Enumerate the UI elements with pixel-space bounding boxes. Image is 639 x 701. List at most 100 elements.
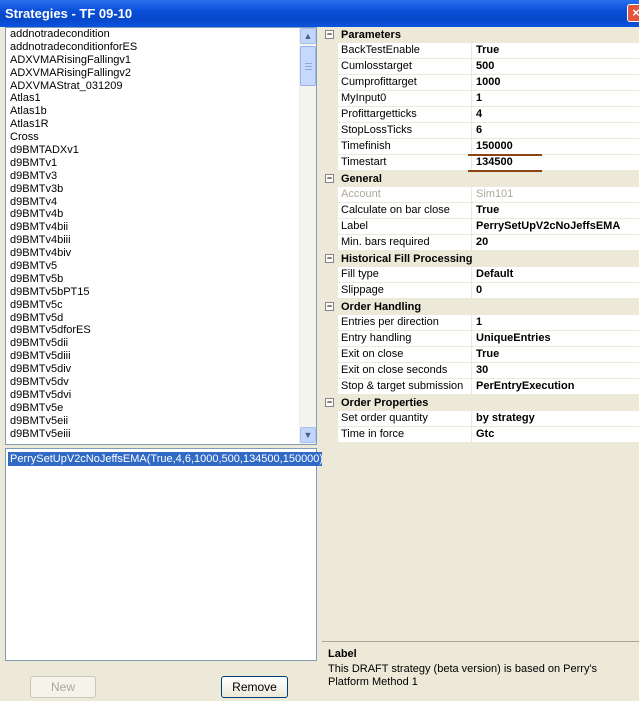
list-item[interactable]: Atlas1b	[10, 105, 300, 118]
property-value[interactable]: 6	[472, 123, 639, 139]
category-order-properties[interactable]: − Order Properties	[322, 395, 639, 411]
property-row[interactable]: Cumprofittarget 1000	[322, 75, 639, 91]
configured-strategies-box[interactable]: PerrySetUpV2cNoJeffsEMA(True,4,6,1000,50…	[5, 448, 326, 661]
list-item[interactable]: addnotradeconditionforES	[10, 41, 300, 54]
list-item[interactable]: d9BMTv5div	[10, 363, 300, 376]
property-value[interactable]: 1000	[472, 75, 639, 91]
property-row[interactable]: Timestart 134500	[322, 155, 639, 171]
list-item[interactable]: d9BMTv5	[10, 260, 300, 273]
property-value[interactable]: PerrySetUpV2cNoJeffsEMA	[472, 219, 639, 235]
list-item[interactable]: addnotradecondition	[10, 28, 300, 41]
list-item[interactable]: d9BMTv5dvi	[10, 389, 300, 402]
property-row[interactable]: Account Sim101	[322, 187, 639, 203]
list-item[interactable]: d9BMTADXv1	[10, 144, 300, 157]
scroll-down-button[interactable]: ▼	[300, 427, 316, 443]
property-value[interactable]: Gtc	[472, 427, 639, 443]
vertical-scrollbar[interactable]: ▲ ▼	[299, 28, 316, 444]
property-value[interactable]: True	[472, 43, 639, 59]
remove-button[interactable]: Remove	[221, 676, 288, 698]
property-row[interactable]: Entry handling UniqueEntries	[322, 331, 639, 347]
new-button[interactable]: New	[30, 676, 96, 698]
property-row[interactable]: Calculate on bar close True	[322, 203, 639, 219]
list-item[interactable]: d9BMTv1	[10, 157, 300, 170]
list-item[interactable]: d9BMTv5c	[10, 299, 300, 312]
list-item[interactable]: d9BMTv3b	[10, 183, 300, 196]
property-value[interactable]: 134500	[472, 155, 639, 171]
property-value[interactable]: 20	[472, 235, 639, 251]
property-row[interactable]: Entries per direction 1	[322, 315, 639, 331]
property-value[interactable]: 30	[472, 363, 639, 379]
list-item[interactable]: Atlas1R	[10, 118, 300, 131]
property-name: Time in force	[338, 427, 472, 443]
property-row[interactable]: Slippage 0	[322, 283, 639, 299]
list-item[interactable]: ADXVMARisingFallingv2	[10, 67, 300, 80]
property-row[interactable]: Exit on close True	[322, 347, 639, 363]
selected-strategy-item[interactable]: PerrySetUpV2cNoJeffsEMA(True,4,6,1000,50…	[8, 452, 326, 466]
property-row[interactable]: Fill type Default	[322, 267, 639, 283]
property-value[interactable]: 1	[472, 91, 639, 107]
list-item[interactable]: d9BMTv5dv	[10, 376, 300, 389]
property-name: Min. bars required	[338, 235, 472, 251]
list-item[interactable]: d9BMTv5bPT15	[10, 286, 300, 299]
property-row[interactable]: MyInput0 1	[322, 91, 639, 107]
property-name: Calculate on bar close	[338, 203, 472, 219]
property-row[interactable]: BackTestEnable True	[322, 43, 639, 59]
property-row[interactable]: Exit on close seconds 30	[322, 363, 639, 379]
property-row[interactable]: StopLossTicks 6	[322, 123, 639, 139]
list-item[interactable]: d9BMTv5dforES	[10, 324, 300, 337]
property-value[interactable]: 500	[472, 59, 639, 75]
property-row[interactable]: Label PerrySetUpV2cNoJeffsEMA	[322, 219, 639, 235]
list-item[interactable]: d9BMTv4	[10, 196, 300, 209]
strategies-listbox[interactable]: addnotradecondition addnotradeconditionfo…	[5, 27, 317, 445]
list-item[interactable]: d9BMTv5b	[10, 273, 300, 286]
property-name: MyInput0	[338, 91, 472, 107]
list-item[interactable]: d9BMTv5e	[10, 402, 300, 415]
collapse-icon[interactable]: −	[325, 174, 334, 183]
list-item[interactable]: d9BMTv5diii	[10, 350, 300, 363]
collapse-icon[interactable]: −	[325, 254, 334, 263]
category-general[interactable]: − General	[322, 171, 639, 187]
list-item[interactable]: d9BMTv4biv	[10, 247, 300, 260]
list-item[interactable]: d9BMTv5dii	[10, 337, 300, 350]
thumb-grip	[305, 69, 312, 70]
list-item[interactable]: d9BMTv4biii	[10, 234, 300, 247]
property-value[interactable]: 0	[472, 283, 639, 299]
property-row[interactable]: Timefinish 150000	[322, 139, 639, 155]
list-item[interactable]: Atlas1	[10, 92, 300, 105]
property-row[interactable]: Stop & target submission PerEntryExecutio…	[322, 379, 639, 395]
scroll-thumb[interactable]	[300, 46, 316, 86]
property-row[interactable]: Profittargetticks 4	[322, 107, 639, 123]
property-value[interactable]: 150000	[472, 139, 639, 155]
property-value[interactable]: True	[472, 347, 639, 363]
list-item[interactable]: ADXVMAStrat_031209	[10, 80, 300, 93]
list-item[interactable]: d9BMTv5d	[10, 312, 300, 325]
list-item[interactable]: d9BMTv4b	[10, 208, 300, 221]
collapse-icon[interactable]: −	[325, 302, 334, 311]
property-value[interactable]: UniqueEntries	[472, 331, 639, 347]
list-item[interactable]: d9BMTv5eiii	[10, 428, 300, 441]
property-row[interactable]: Set order quantity by strategy	[322, 411, 639, 427]
category-label: Order Handling	[341, 301, 422, 313]
property-value[interactable]: True	[472, 203, 639, 219]
list-item[interactable]: d9BMTv4bii	[10, 221, 300, 234]
collapse-icon[interactable]: −	[325, 30, 334, 39]
property-row[interactable]: Cumlosstarget 500	[322, 59, 639, 75]
property-row[interactable]: Min. bars required 20	[322, 235, 639, 251]
close-button[interactable]: ×	[627, 4, 639, 22]
list-item[interactable]: Cross	[10, 131, 300, 144]
property-row[interactable]: Time in force Gtc	[322, 427, 639, 443]
category-historical[interactable]: − Historical Fill Processing	[322, 251, 639, 267]
category-parameters[interactable]: − Parameters	[322, 27, 639, 43]
property-value[interactable]: by strategy	[472, 411, 639, 427]
property-value[interactable]: 1	[472, 315, 639, 331]
property-value[interactable]: 4	[472, 107, 639, 123]
list-item[interactable]: ADXVMARisingFallingv1	[10, 54, 300, 67]
list-item[interactable]: d9BMTv5eii	[10, 415, 300, 428]
property-value[interactable]: Sim101	[472, 187, 639, 203]
scroll-up-button[interactable]: ▲	[300, 28, 316, 44]
category-order-handling[interactable]: − Order Handling	[322, 299, 639, 315]
property-value[interactable]: PerEntryExecution	[472, 379, 639, 395]
collapse-icon[interactable]: −	[325, 398, 334, 407]
list-item[interactable]: d9BMTv3	[10, 170, 300, 183]
property-value[interactable]: Default	[472, 267, 639, 283]
